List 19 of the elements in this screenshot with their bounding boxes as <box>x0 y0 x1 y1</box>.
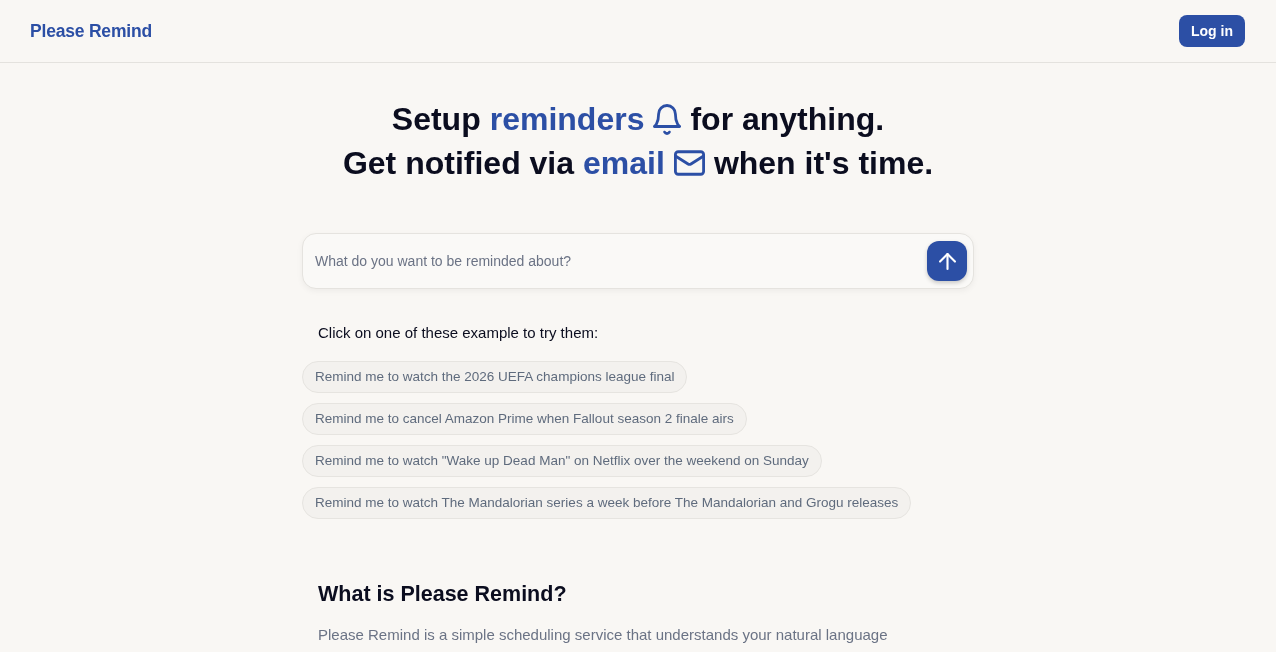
highlighted-word: reminders <box>489 100 645 139</box>
heading-text: for anything. <box>690 100 885 139</box>
bell-icon <box>653 103 682 135</box>
highlighted-word: email <box>583 144 665 183</box>
example-suggestion[interactable]: Remind me to watch The Mandalorian series a week before The Mandalorian and Grogu releases <box>302 487 912 519</box>
login-button[interactable]: Log in <box>1179 15 1245 47</box>
heading-text: when it's time. <box>713 144 934 183</box>
section-heading: What is Please Remind? <box>318 581 567 608</box>
envelope-icon <box>673 150 705 176</box>
brand-name[interactable]: Please Remind <box>30 17 152 45</box>
submit-button[interactable] <box>927 241 967 281</box>
examples-prompt-text: Click on one of these example to try them: <box>318 324 599 341</box>
section-paragraph: Please Remind is a simple scheduling service that understands your natural language <box>318 625 888 645</box>
example-suggestion[interactable]: Remind me to cancel Amazon Prime when Fallout season 2 finale airs <box>302 403 747 435</box>
example-suggestion[interactable]: Remind me to watch "Wake up Dead Man" on Netflix over the weekend on Sunday <box>302 445 822 477</box>
example-suggestion[interactable]: Remind me to watch the 2026 UEFA champions league final <box>302 361 688 393</box>
search-field[interactable]: What do you want to be reminded about? <box>302 233 974 289</box>
heading-text: Get notified via <box>342 144 575 183</box>
heading-text: Setup <box>391 100 481 139</box>
